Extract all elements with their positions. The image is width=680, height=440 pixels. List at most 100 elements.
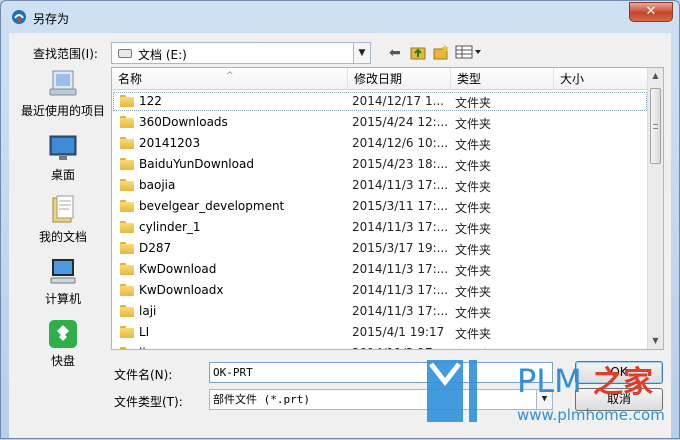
folder-icon: [120, 179, 134, 191]
folder-icon: [120, 221, 134, 233]
place-label: 我的文档: [38, 230, 87, 244]
views-menu-icon[interactable]: [455, 44, 483, 62]
row-type: 文件夹: [455, 138, 492, 152]
place-desktop[interactable]: 桌面: [21, 133, 105, 182]
filetype-value: 部件文件 (*.prt): [213, 393, 310, 406]
watermark-url: www.plmhome.com: [517, 406, 665, 424]
look-in-label: 查找范围(I):: [33, 47, 98, 61]
place-recent[interactable]: 最近使用的项目: [21, 69, 105, 118]
table-row[interactable]: BaiduYunDownload 2015/4/23 18:... 文件夹: [112, 154, 648, 175]
folder-icon: [120, 284, 134, 296]
row-type: 文件夹: [455, 264, 492, 278]
folder-icon: [120, 326, 134, 338]
folder-icon: [120, 263, 134, 275]
row-type: 文件夹: [455, 117, 492, 131]
scroll-up-icon[interactable]: ▲: [648, 68, 663, 84]
desktop-icon: [49, 135, 77, 160]
table-row[interactable]: bevelgear_development 2015/3/11 17:... 文件夹: [112, 196, 648, 217]
close-button[interactable]: ✕: [629, 2, 673, 22]
documents-icon: [52, 195, 74, 223]
row-date: 2015/3/11 17:...: [352, 199, 448, 213]
row-date: 2014/11/3 17:...: [352, 178, 448, 192]
row-name: li...: [139, 346, 344, 349]
recent-items-icon: [49, 70, 77, 96]
folder-icon: [120, 158, 134, 170]
up-folder-icon[interactable]: [409, 43, 427, 61]
table-row[interactable]: 20141203 2014/12/6 10:... 文件夹: [112, 133, 648, 154]
place-label: 计算机: [44, 292, 81, 306]
row-name: 20141203: [139, 136, 201, 150]
row-type: 文件夹: [455, 285, 492, 299]
folder-icon: [120, 95, 134, 107]
computer-icon: [50, 259, 76, 284]
row-name: cylinder_1: [139, 220, 201, 234]
place-computer[interactable]: 计算机: [21, 257, 105, 306]
place-label: 桌面: [50, 168, 75, 182]
app-icon: [12, 10, 26, 24]
row-name: BaiduYunDownload: [139, 157, 254, 171]
row-date: 2015/4/24 12:...: [352, 115, 448, 129]
plmhome-watermark: PLM 之家 www.plmhome.com: [427, 360, 665, 424]
kuaipan-icon: [49, 320, 77, 348]
title-bar[interactable]: 另存为 ✕: [1, 1, 679, 33]
drive-icon: [118, 49, 132, 58]
folder-icon: [120, 200, 134, 212]
place-label: 快盘: [50, 354, 75, 368]
row-name: KwDownloadx: [139, 283, 224, 297]
row-date: 2014/12/6 10:...: [352, 136, 448, 150]
save-as-dialog: 另存为 ✕ 查找范围(I): 文档 (E:) ▼ ⬅ 最近使用的项目 桌面 我的…: [0, 0, 680, 439]
folder-icon: [120, 347, 134, 349]
row-date: 2014/11/3 17:...: [352, 220, 448, 234]
new-folder-icon[interactable]: [432, 43, 450, 61]
filename-label: 文件名(N):: [114, 368, 173, 382]
row-name: KwDownload: [139, 262, 217, 276]
chevron-down-icon[interactable]: ▼: [353, 43, 370, 63]
filetype-label: 文件类型(T):: [114, 395, 183, 409]
column-size[interactable]: 大小: [554, 68, 648, 90]
place-documents[interactable]: 我的文档: [21, 195, 105, 244]
table-row[interactable]: 360Downloads 2015/4/24 12:... 文件夹: [112, 112, 648, 133]
vertical-scrollbar[interactable]: ▲ ▼: [647, 68, 663, 349]
folder-icon: [120, 116, 134, 128]
table-row[interactable]: cylinder_1 2014/11/3 17:... 文件夹: [112, 217, 648, 238]
row-name: LI: [139, 325, 150, 339]
look-in-value: 文档 (E:): [138, 48, 187, 62]
row-date: 2014/11/3 17:...: [352, 262, 448, 276]
place-kuaipan[interactable]: 快盘: [21, 319, 105, 368]
row-date: 2014/11/3 17:...: [352, 283, 448, 297]
row-name: baojia: [139, 178, 176, 192]
row-date: 2014/12/17 1...: [352, 94, 445, 108]
scroll-thumb[interactable]: [650, 88, 661, 164]
table-row[interactable]: 122 2014/12/17 1... 文件夹: [112, 91, 648, 112]
look-in-combo[interactable]: 文档 (E:) ▼: [111, 42, 371, 64]
row-name: D287: [139, 241, 172, 255]
table-row[interactable]: KwDownloadx 2014/11/3 17:... 文件夹: [112, 280, 648, 301]
row-type: 文件夹: [455, 243, 492, 257]
watermark-text2: 之家: [593, 365, 653, 400]
row-type: 文件夹: [455, 222, 492, 236]
row-date: 2015/3/17 19:...: [352, 241, 448, 255]
folder-icon: [120, 305, 134, 317]
row-type: 文件夹: [455, 201, 492, 215]
back-arrow-icon[interactable]: ⬅: [389, 44, 401, 62]
sort-up-icon: ^: [226, 71, 234, 81]
row-type: 文件夹: [455, 96, 492, 110]
column-date[interactable]: 修改日期: [348, 68, 451, 90]
places-bar: 最近使用的项目 桌面 我的文档 计算机 快盘: [21, 67, 109, 368]
table-row[interactable]: KwDownload 2014/11/3 17:... 文件夹: [112, 259, 648, 280]
column-header: 名称 ^ 修改日期 类型 大小: [112, 68, 648, 90]
row-name: bevelgear_development: [139, 199, 285, 213]
table-row[interactable]: baojia 2014/11/3 17:... 文件夹: [112, 175, 648, 196]
window-title: 另存为: [33, 12, 70, 26]
column-type[interactable]: 类型: [451, 68, 554, 90]
place-label: 最近使用的项目: [21, 104, 106, 118]
column-name[interactable]: 名称 ^: [112, 68, 348, 90]
row-name: 360Downloads: [139, 115, 228, 129]
row-type: 文件夹: [455, 159, 492, 173]
folder-icon: [120, 242, 134, 254]
row-date: 2015/4/23 18:...: [352, 157, 448, 171]
row-type: 文件夹: [455, 180, 492, 194]
file-list[interactable]: 名称 ^ 修改日期 类型 大小 122 2014/12/17 1... 文件夹 360…: [111, 67, 664, 350]
watermark-text: PLM: [517, 362, 582, 400]
table-row[interactable]: D287 2015/3/17 19:... 文件夹: [112, 238, 648, 259]
